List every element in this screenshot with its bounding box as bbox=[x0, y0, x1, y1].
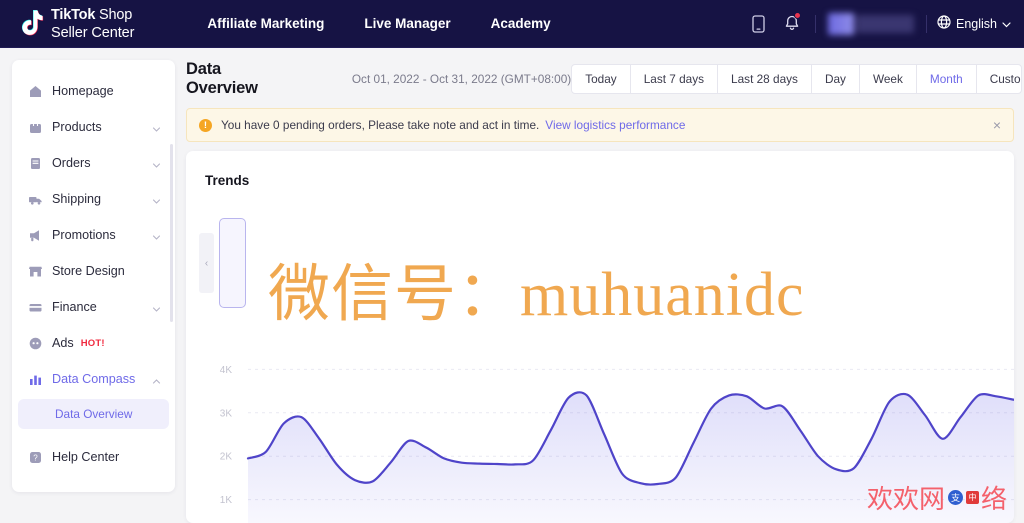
truck-icon bbox=[28, 192, 43, 207]
account-menu[interactable] bbox=[828, 12, 914, 35]
sidebar-item-shipping[interactable]: Shipping bbox=[18, 181, 169, 217]
trends-title: Trends bbox=[205, 173, 250, 188]
chevron-down-icon bbox=[152, 159, 161, 168]
sidebar-item-ads[interactable]: Ads HOT! bbox=[18, 325, 169, 361]
document-icon bbox=[28, 156, 43, 171]
avatar bbox=[828, 12, 854, 35]
divider bbox=[815, 14, 816, 33]
logo[interactable]: TikTok Shop Seller Center bbox=[16, 6, 134, 42]
globe-icon bbox=[937, 15, 951, 32]
carousel-prev-button[interactable]: ‹ bbox=[199, 233, 214, 293]
warning-icon: ! bbox=[199, 118, 212, 132]
range-option-day[interactable]: Day bbox=[812, 65, 860, 93]
account-name bbox=[856, 14, 914, 33]
card-icon bbox=[28, 300, 43, 315]
nav-live-manager[interactable]: Live Manager bbox=[344, 16, 470, 31]
ads-icon bbox=[28, 336, 43, 351]
sidebar-item-data-compass[interactable]: Data Compass bbox=[18, 361, 169, 397]
y-axis-tick-label: 3K bbox=[220, 408, 233, 419]
date-range-selector: Today Last 7 days Last 28 days Day Week … bbox=[571, 64, 1022, 94]
svg-text:?: ? bbox=[33, 453, 38, 462]
pending-orders-alert: ! You have 0 pending orders, Please take… bbox=[186, 108, 1014, 142]
sidebar-item-finance[interactable]: Finance bbox=[18, 289, 169, 325]
megaphone-icon bbox=[28, 228, 43, 243]
sidebar-item-label: Promotions bbox=[52, 228, 116, 242]
sidebar-item-label: Store Design bbox=[52, 264, 125, 278]
sidebar-item-label: Shipping bbox=[52, 192, 102, 206]
watermark-wechat: 微信号：muhuanidc bbox=[268, 261, 805, 329]
alert-text: You have 0 pending orders, Please take n… bbox=[221, 118, 540, 132]
range-option-last-28-days[interactable]: Last 28 days bbox=[718, 65, 812, 93]
close-icon[interactable]: × bbox=[993, 118, 1001, 132]
bag-icon bbox=[28, 120, 43, 135]
chevron-down-icon bbox=[152, 123, 161, 132]
range-option-last-7-days[interactable]: Last 7 days bbox=[631, 65, 719, 93]
top-right-controls: English bbox=[741, 0, 1024, 48]
metric-card-selected[interactable] bbox=[219, 218, 246, 308]
range-option-month[interactable]: Month bbox=[917, 65, 977, 93]
nav-affiliate-marketing[interactable]: Affiliate Marketing bbox=[187, 16, 344, 31]
sidebar-item-label: Help Center bbox=[52, 450, 120, 464]
sidebar-item-orders[interactable]: Orders bbox=[18, 145, 169, 181]
sidebar-scrollbar[interactable] bbox=[170, 144, 173, 322]
top-navigation: Affiliate Marketing Live Manager Academy bbox=[187, 16, 570, 31]
bell-icon[interactable] bbox=[775, 0, 809, 48]
language-selector[interactable]: English bbox=[933, 15, 1011, 32]
mobile-icon[interactable] bbox=[741, 0, 775, 48]
divider bbox=[926, 14, 927, 33]
chevron-down-icon bbox=[152, 231, 161, 240]
sidebar: Homepage Products Orders Shipping Promot… bbox=[12, 60, 175, 492]
sidebar-item-label: Products bbox=[52, 120, 102, 134]
trends-card: Trends ‹ 4K 3K 2K 1K 微信号：muhuanidc 欢欢网 支 中 … bbox=[186, 151, 1014, 523]
sidebar-item-homepage[interactable]: Homepage bbox=[18, 73, 169, 109]
logo-seller-center: Seller Center bbox=[51, 24, 135, 41]
sidebar-item-label: Homepage bbox=[52, 84, 114, 98]
nav-academy[interactable]: Academy bbox=[471, 16, 571, 31]
chevron-down-icon bbox=[152, 303, 161, 312]
sidebar-item-help-center[interactable]: ? Help Center bbox=[18, 439, 169, 475]
range-option-week[interactable]: Week bbox=[860, 65, 917, 93]
date-range-label: Oct 01, 2022 - Oct 31, 2022 (GMT+08:00) bbox=[351, 72, 572, 86]
chevron-down-icon bbox=[152, 195, 161, 204]
sidebar-item-label: Orders bbox=[52, 156, 91, 170]
sidebar-subitem-data-overview[interactable]: Data Overview bbox=[18, 399, 169, 429]
notification-badge bbox=[794, 11, 801, 19]
chart-svg: 4K 3K 2K 1K bbox=[220, 365, 1014, 523]
chart-area-fill bbox=[248, 392, 1014, 523]
sidebar-item-label: Ads bbox=[52, 336, 74, 350]
language-label: English bbox=[956, 16, 997, 31]
y-axis-tick-label: 4K bbox=[220, 365, 233, 376]
page-header: Data Overview Oct 01, 2022 - Oct 31, 202… bbox=[186, 57, 1024, 101]
chevron-up-icon bbox=[152, 375, 161, 384]
top-bar: TikTok Shop Seller Center Affiliate Mark… bbox=[0, 0, 1024, 48]
sidebar-item-products[interactable]: Products bbox=[18, 109, 169, 145]
help-icon: ? bbox=[28, 450, 43, 465]
range-option-today[interactable]: Today bbox=[572, 65, 631, 93]
logo-shop: Shop bbox=[95, 6, 133, 23]
main-content: Data Overview Oct 01, 2022 - Oct 31, 202… bbox=[186, 48, 1024, 523]
y-axis-tick-label: 2K bbox=[220, 452, 233, 463]
sidebar-item-store-design[interactable]: Store Design bbox=[18, 253, 169, 289]
page-title: Data Overview bbox=[186, 60, 258, 97]
tiktok-note-icon bbox=[16, 9, 44, 39]
sidebar-item-label: Finance bbox=[52, 300, 97, 314]
logo-tiktok: TikTok bbox=[51, 6, 96, 23]
sidebar-item-label: Data Compass bbox=[52, 372, 136, 386]
home-icon bbox=[28, 84, 43, 99]
chevron-down-icon bbox=[1002, 17, 1011, 31]
y-axis-tick-label: 1K bbox=[220, 495, 233, 506]
bar-chart-icon bbox=[28, 372, 43, 387]
hot-badge: HOT! bbox=[80, 337, 105, 349]
logo-text: TikTok Shop Seller Center bbox=[51, 6, 134, 42]
sidebar-item-promotions[interactable]: Promotions bbox=[18, 217, 169, 253]
range-option-custom[interactable]: Custom bbox=[977, 65, 1021, 93]
trends-chart: 4K 3K 2K 1K bbox=[186, 341, 1014, 523]
storefront-icon bbox=[28, 264, 43, 279]
view-logistics-performance-link[interactable]: View logistics performance bbox=[545, 118, 685, 132]
